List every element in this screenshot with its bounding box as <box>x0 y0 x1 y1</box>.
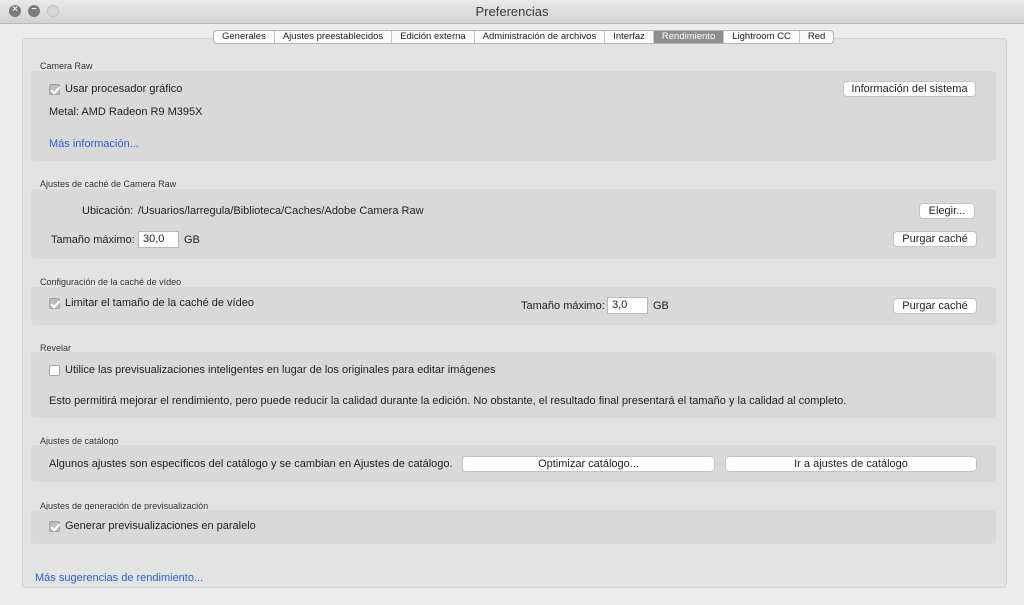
video-max-size-label: Tamaño máximo: <box>521 300 605 312</box>
tab-rendimiento[interactable]: Rendimiento <box>653 31 725 43</box>
develop-box <box>31 352 996 418</box>
window-title: Preferencias <box>475 4 549 19</box>
purge-cache-button[interactable]: Purgar caché <box>893 231 977 247</box>
tab-ajustes-preestablecidos[interactable]: Ajustes preestablecidos <box>275 31 393 43</box>
preferences-tabs: Generales Ajustes preestablecidos Edició… <box>213 30 835 44</box>
more-performance-tips-link[interactable]: Más sugerencias de rendimiento... <box>35 572 203 584</box>
title-bar: × − Preferencias <box>0 0 1024 24</box>
video-unit-label: GB <box>653 300 669 312</box>
optimize-catalog-button[interactable]: Optimizar catálogo... <box>462 456 715 472</box>
tab-interfaz[interactable]: Interfaz <box>605 31 654 43</box>
purge-video-cache-button[interactable]: Purgar caché <box>893 298 977 314</box>
video-cache-section-title: Configuración de la caché de vídeo <box>40 277 182 287</box>
catalog-description: Algunos ajustes son específicos del catá… <box>49 458 453 470</box>
smart-previews-checkbox[interactable] <box>49 365 60 376</box>
camera-raw-section-title: Camera Raw <box>40 61 93 71</box>
tab-edicion-externa[interactable]: Edición externa <box>392 31 475 43</box>
goto-catalog-settings-button[interactable]: Ir a ajustes de catálogo <box>725 456 977 472</box>
choose-location-button[interactable]: Elegir... <box>919 203 975 219</box>
cache-box <box>31 189 996 259</box>
tab-lightroom-cc[interactable]: Lightroom CC <box>724 31 800 43</box>
cache-max-size-input[interactable]: 30,0 <box>138 231 179 248</box>
use-gpu-label: Usar procesador gráfico <box>65 83 183 95</box>
video-max-size-input[interactable]: 3,0 <box>607 297 648 314</box>
system-info-button[interactable]: Información del sistema <box>843 81 976 97</box>
limit-video-cache-label: Limitar el tamaño de la caché de vídeo <box>65 297 254 309</box>
limit-video-cache-checkbox[interactable] <box>49 298 60 309</box>
location-path: /Usuarios/larregula/Biblioteca/Caches/Ad… <box>138 205 424 217</box>
metal-gpu-text: Metal: AMD Radeon R9 M395X <box>49 106 203 118</box>
cache-max-size-label: Tamaño máximo: <box>51 234 135 246</box>
use-gpu-checkbox[interactable] <box>49 84 60 95</box>
cache-section-title: Ajustes de caché de Camera Raw <box>40 179 177 189</box>
develop-description: Esto permitirá mejorar el rendimiento, p… <box>49 395 847 407</box>
tab-red[interactable]: Red <box>800 31 833 43</box>
parallel-previews-label: Generar previsualizaciones en paralelo <box>65 520 256 532</box>
tab-generales[interactable]: Generales <box>214 31 275 43</box>
location-label: Ubicación: <box>82 205 134 217</box>
parallel-previews-checkbox[interactable] <box>49 521 60 532</box>
tab-administracion-archivos[interactable]: Administración de archivos <box>475 31 606 43</box>
more-info-link[interactable]: Más información... <box>49 138 139 150</box>
smart-previews-label: Utilice las previsualizaciones inteligen… <box>65 364 496 376</box>
cache-unit-label: GB <box>184 234 200 246</box>
